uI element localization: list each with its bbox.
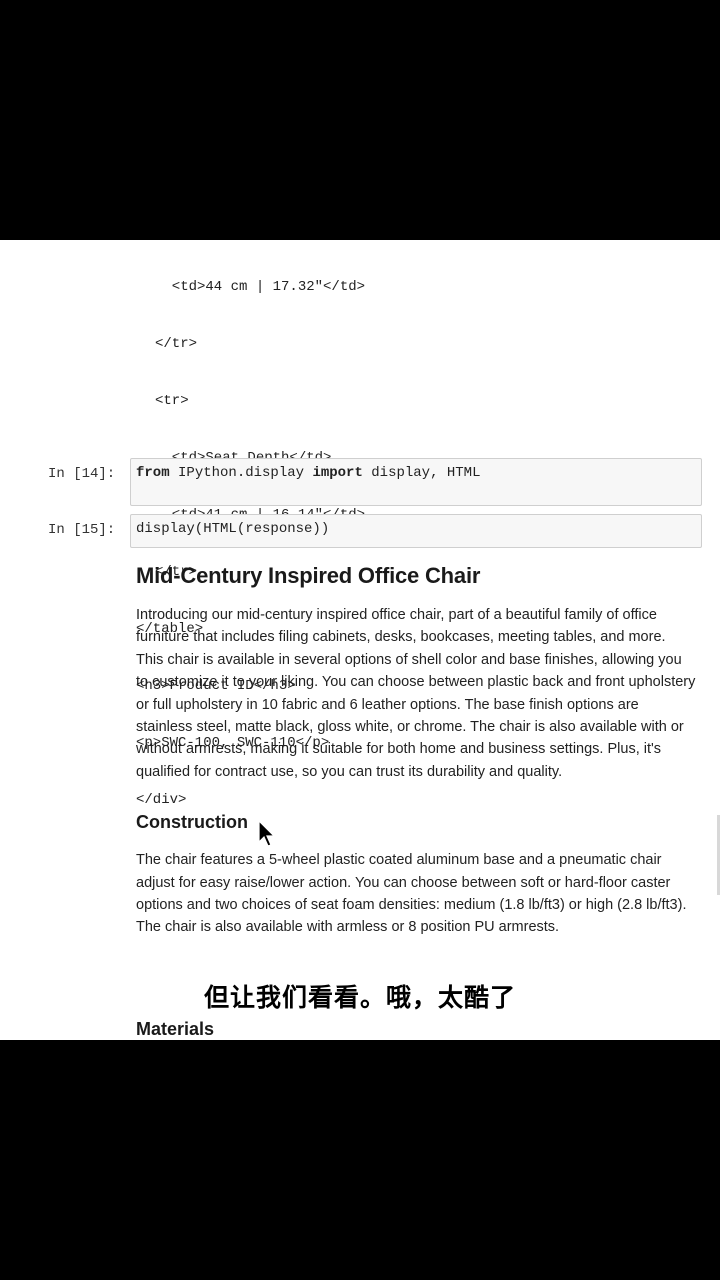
code-line: </tr> xyxy=(155,336,198,352)
video-subtitle: 但让我们看看。哦，太酷了 xyxy=(203,983,516,1012)
keyword-from: from xyxy=(136,465,170,481)
cell-prompt: In [15]: xyxy=(48,522,116,538)
code-input[interactable]: from IPython.display import display, HTM… xyxy=(130,458,702,506)
cell-prompt: In [14]: xyxy=(48,466,116,482)
mouse-pointer-icon xyxy=(258,820,276,847)
code-text: display, HTML xyxy=(362,465,481,481)
keyword-import: import xyxy=(312,465,363,481)
construction-paragraph: The chair features a 5-wheel plastic coa… xyxy=(136,852,687,936)
product-title: Mid-Century Inspired Office Chair xyxy=(136,563,481,588)
code-input[interactable]: display(HTML(response)) xyxy=(130,514,702,548)
construction-heading: Construction xyxy=(136,812,248,833)
notebook-viewport: <td>44 cm | 17.32"</td> </tr> <tr> <td>S… xyxy=(0,240,720,1040)
code-text: IPython.display xyxy=(169,465,313,481)
code-text: display(HTML(response)) xyxy=(136,521,330,537)
code-line: <tr> xyxy=(155,393,189,409)
intro-paragraph: Introducing our mid-century inspired off… xyxy=(136,607,696,780)
code-line: <td>44 cm | 17.32"</td> xyxy=(155,279,366,295)
rendered-html-output: Mid-Century Inspired Office Chair Introd… xyxy=(136,560,696,1039)
materials-heading: Materials xyxy=(136,1019,215,1039)
